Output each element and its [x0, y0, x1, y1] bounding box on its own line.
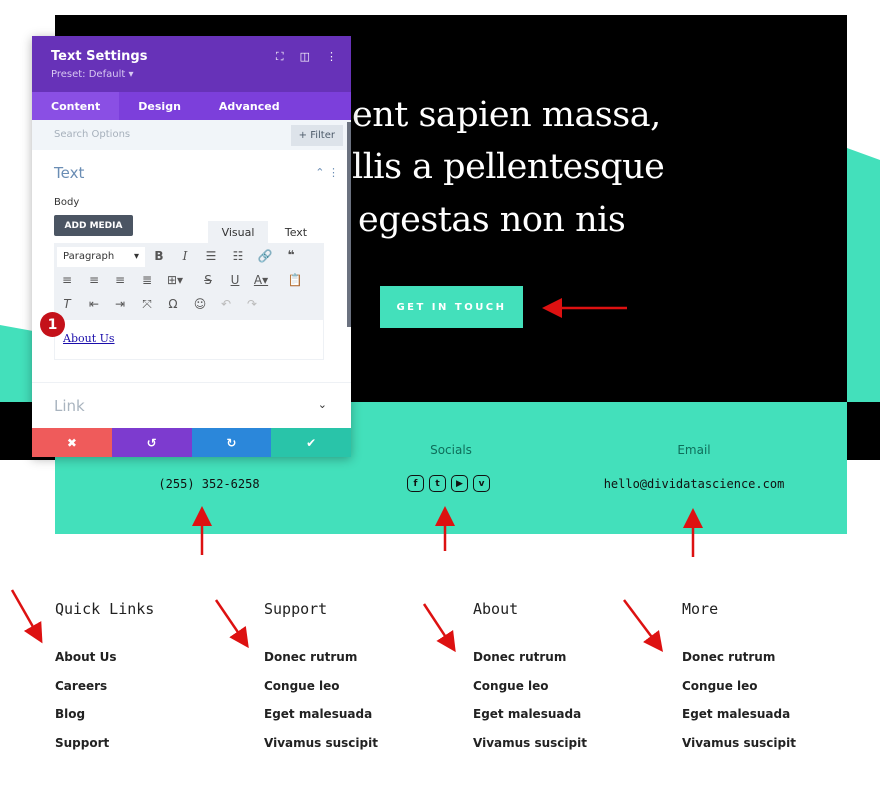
- socials-label: Socials: [430, 443, 472, 457]
- panel-footer: ✖ ↺ ↻ ✔: [32, 428, 351, 457]
- chevron-down-icon[interactable]: ⌄: [318, 398, 327, 411]
- add-media-button[interactable]: ADD MEDIA: [54, 215, 133, 236]
- hero-heading-line: egestas non nis: [358, 200, 626, 240]
- cancel-button[interactable]: ✖: [32, 428, 112, 457]
- step-badge: 1: [40, 312, 65, 337]
- footer-column-support: Support Donec rutrum Congue leo Eget mal…: [264, 600, 378, 764]
- footer-link[interactable]: Eget malesuada: [682, 707, 796, 736]
- emoji-icon[interactable]: ☺: [191, 297, 209, 311]
- outdent-icon[interactable]: ⇤: [85, 297, 103, 311]
- preset-dropdown[interactable]: Preset: Default ▾: [51, 69, 332, 80]
- clear-formatting-icon[interactable]: T: [58, 297, 76, 311]
- text-color-icon[interactable]: A▾: [252, 273, 270, 287]
- fullscreen-icon[interactable]: ⛶: [276, 50, 284, 64]
- redo-icon[interactable]: ↷: [243, 297, 261, 311]
- align-center-icon[interactable]: ≡: [85, 273, 103, 287]
- hero-heading-line: ent sapien massa,: [352, 95, 661, 135]
- footer-link[interactable]: Congue leo: [264, 679, 378, 708]
- align-right-icon[interactable]: ≡: [111, 273, 129, 287]
- chevron-up-icon[interactable]: ⌃ ⋮: [315, 166, 339, 179]
- text-settings-panel: Text Settings Preset: Default ▾ ⛶ ◫ ⋮ Co…: [32, 36, 351, 457]
- footer-link[interactable]: Donec rutrum: [682, 650, 796, 679]
- footer-link[interactable]: Vivamus suscipit: [682, 736, 796, 765]
- section-link-title[interactable]: Link: [54, 397, 85, 415]
- paste-icon[interactable]: 📋: [286, 273, 304, 287]
- editor-toolbar: Paragraph ▾ B I ☰ ☷ 🔗 ❝ ≡ ≡ ≡ ≣ ⊞▾ S U A▾…: [54, 243, 324, 320]
- twitter-icon[interactable]: t: [429, 475, 446, 492]
- underline-icon[interactable]: U: [226, 273, 244, 287]
- redo-button[interactable]: ↻: [191, 428, 272, 457]
- link-icon[interactable]: 🔗: [256, 249, 274, 263]
- fullscreen-editor-icon[interactable]: ⤧: [138, 297, 156, 312]
- panel-header[interactable]: Text Settings Preset: Default ▾ ⛶ ◫ ⋮: [32, 36, 351, 92]
- social-icons: f t ▶ v: [407, 475, 495, 492]
- tab-advanced[interactable]: Advanced: [200, 92, 299, 120]
- footer-column-title: About: [473, 600, 519, 618]
- split-view-icon[interactable]: ◫: [300, 50, 310, 64]
- justify-icon[interactable]: ≣: [138, 273, 156, 287]
- facebook-icon[interactable]: f: [407, 475, 424, 492]
- numbered-list-icon[interactable]: ☷: [229, 249, 247, 263]
- email-address[interactable]: hello@dividatascience.com: [604, 477, 785, 491]
- filter-button[interactable]: + Filter: [290, 125, 343, 146]
- footer-link[interactable]: Careers: [55, 679, 154, 708]
- footer-link[interactable]: Congue leo: [473, 679, 587, 708]
- bold-icon[interactable]: B: [150, 249, 168, 263]
- blockquote-icon[interactable]: ❝: [282, 248, 300, 262]
- table-icon[interactable]: ⊞▾: [166, 273, 184, 287]
- get-in-touch-button[interactable]: GET IN TOUCH: [380, 286, 523, 328]
- undo-icon[interactable]: ↶: [217, 297, 235, 311]
- footer-link[interactable]: Congue leo: [682, 679, 796, 708]
- footer-link[interactable]: Donec rutrum: [473, 650, 587, 679]
- indent-icon[interactable]: ⇥: [111, 297, 129, 311]
- footer-link[interactable]: Eget malesuada: [473, 707, 587, 736]
- footer-link[interactable]: Vivamus suscipit: [473, 736, 587, 765]
- footer-column-more: More Donec rutrum Congue leo Eget malesu…: [682, 600, 796, 764]
- strikethrough-icon[interactable]: S: [199, 273, 217, 287]
- footer-link[interactable]: Donec rutrum: [264, 650, 378, 679]
- editor-link-about-us[interactable]: About Us: [63, 332, 115, 345]
- special-character-icon[interactable]: Ω: [164, 297, 182, 311]
- footer-link[interactable]: About Us: [55, 650, 154, 679]
- format-select[interactable]: Paragraph ▾: [57, 247, 145, 267]
- tab-design[interactable]: Design: [119, 92, 200, 120]
- footer-column-quick-links: Quick Links About Us Careers Blog Suppor…: [55, 600, 154, 764]
- footer-column-title: More: [682, 600, 719, 618]
- section-text-title[interactable]: Text: [54, 164, 84, 182]
- footer-link[interactable]: Blog: [55, 707, 154, 736]
- vimeo-icon[interactable]: v: [473, 475, 490, 492]
- footer-link[interactable]: Eget malesuada: [264, 707, 378, 736]
- hero-heading-line: llis a pellentesque: [352, 147, 665, 187]
- bullet-list-icon[interactable]: ☰: [202, 249, 220, 263]
- footer-link[interactable]: Support: [55, 736, 154, 765]
- footer-column-title: Quick Links: [55, 600, 155, 618]
- footer-column-about: About Donec rutrum Congue leo Eget males…: [473, 600, 587, 764]
- tab-visual[interactable]: Visual: [208, 221, 268, 243]
- scrollbar[interactable]: [347, 122, 351, 327]
- more-options-icon[interactable]: ⋮: [326, 50, 337, 64]
- search-options-bar: Search Options + Filter: [32, 120, 351, 150]
- tab-text[interactable]: Text: [268, 221, 324, 243]
- italic-icon[interactable]: I: [176, 249, 194, 263]
- body-label: Body: [54, 197, 80, 208]
- search-input[interactable]: Search Options: [54, 129, 130, 140]
- save-button[interactable]: ✔: [271, 428, 351, 457]
- undo-button[interactable]: ↺: [111, 428, 192, 457]
- panel-tabs: Content Design Advanced: [32, 92, 351, 120]
- tab-content[interactable]: Content: [32, 92, 120, 120]
- footer-column-title: Support: [264, 600, 328, 618]
- youtube-icon[interactable]: ▶: [451, 475, 468, 492]
- footer-link[interactable]: Vivamus suscipit: [264, 736, 378, 765]
- phone-number[interactable]: (255) 352-6258: [158, 477, 259, 491]
- editor-content-area[interactable]: About Us: [54, 320, 324, 360]
- align-left-icon[interactable]: ≡: [58, 273, 76, 287]
- email-label: Email: [677, 443, 711, 457]
